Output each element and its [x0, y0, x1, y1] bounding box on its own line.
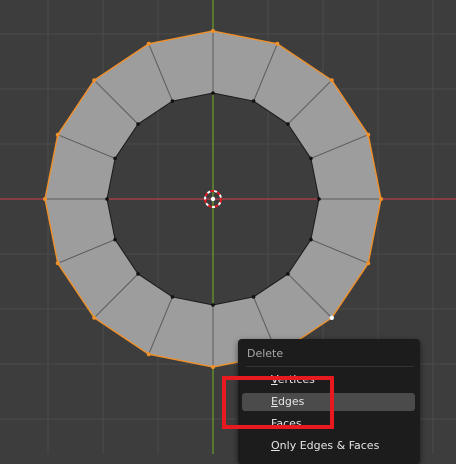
vertex[interactable] — [251, 99, 256, 103]
selected-vertex[interactable] — [211, 365, 215, 369]
menu-title: Delete — [247, 347, 284, 360]
vertex[interactable] — [286, 272, 290, 276]
selected-vertex[interactable] — [329, 78, 334, 83]
selected-vertex[interactable] — [146, 41, 151, 46]
vertex[interactable] — [286, 122, 290, 126]
menu-separator — [246, 366, 414, 367]
vertex[interactable] — [170, 295, 175, 299]
label-rest: nly Edges & Faces — [279, 439, 380, 452]
vertex[interactable] — [105, 197, 109, 201]
vertex[interactable] — [113, 156, 117, 161]
selected-vertex[interactable] — [92, 315, 97, 320]
selected-vertex[interactable] — [366, 132, 371, 137]
selected-vertex[interactable] — [211, 29, 215, 33]
selected-vertex[interactable] — [366, 261, 371, 266]
vertex[interactable] — [251, 295, 256, 299]
vertex[interactable] — [136, 272, 140, 276]
vertex[interactable] — [170, 99, 175, 103]
selected-vertex[interactable] — [92, 78, 97, 83]
vertex[interactable] — [211, 303, 215, 307]
selected-vertex[interactable] — [379, 197, 383, 201]
selected-vertex[interactable] — [275, 41, 280, 46]
selected-vertex[interactable] — [43, 197, 47, 201]
menu-item-only-edges-faces[interactable]: Only Edges & Faces — [242, 437, 415, 455]
vertex[interactable] — [113, 237, 117, 242]
selected-vertex[interactable] — [146, 352, 151, 357]
red-highlight-box — [222, 376, 334, 429]
mnemonic: O — [271, 439, 280, 452]
vertex[interactable] — [136, 122, 140, 126]
selected-vertex[interactable] — [55, 132, 60, 137]
vertex[interactable] — [309, 156, 313, 161]
selected-vertex[interactable] — [55, 261, 60, 266]
vertex[interactable] — [309, 237, 313, 242]
vertex[interactable] — [211, 91, 215, 95]
active-vertex[interactable] — [329, 315, 334, 320]
vertex[interactable] — [317, 197, 321, 201]
